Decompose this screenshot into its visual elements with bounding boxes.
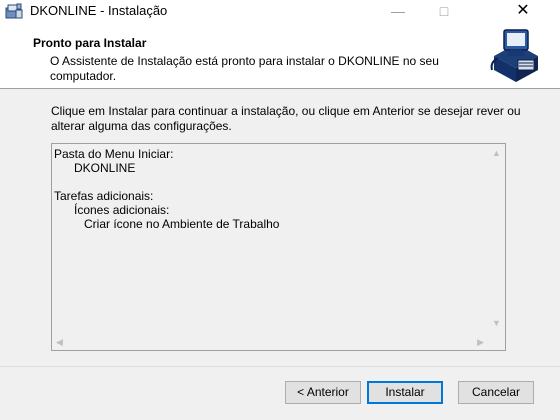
- footer-divider: [0, 366, 560, 367]
- icons-label: Ícones adicionais:: [74, 203, 170, 217]
- scroll-right-icon[interactable]: ▶: [477, 337, 484, 347]
- ready-memo[interactable]: Pasta do Menu Iniciar: DKONLINE Tarefas …: [51, 143, 506, 351]
- scroll-down-icon[interactable]: ▼: [492, 318, 501, 328]
- start-menu-label: Pasta do Menu Iniciar:: [54, 147, 174, 161]
- install-button[interactable]: Instalar: [367, 381, 443, 404]
- memo-spacer: [54, 175, 279, 189]
- close-icon: ✕: [516, 2, 530, 19]
- back-button[interactable]: < Anterior: [285, 381, 361, 404]
- start-menu-value: DKONLINE: [74, 161, 136, 175]
- title-bar[interactable]: DKONLINE - Instalação — □ ✕: [0, 0, 560, 22]
- window-title: DKONLINE - Instalação: [30, 3, 168, 18]
- horizontal-scrollbar[interactable]: ◀ ▶: [52, 333, 488, 350]
- minimize-button[interactable]: —: [375, 0, 421, 22]
- page-title: Pronto para Instalar: [33, 36, 147, 50]
- installer-icon: [5, 3, 23, 19]
- scroll-left-icon[interactable]: ◀: [56, 337, 63, 347]
- memo-content: Pasta do Menu Iniciar: DKONLINE Tarefas …: [54, 147, 279, 231]
- page-subtitle: O Assistente de Instalação está pronto p…: [50, 54, 439, 83]
- close-button[interactable]: ✕: [500, 0, 546, 22]
- instruction-text: Clique em Instalar para continuar a inst…: [51, 104, 521, 133]
- wizard-header: Pronto para Instalar O Assistente de Ins…: [0, 22, 560, 89]
- icons-value: Criar ícone no Ambiente de Trabalho: [84, 217, 280, 231]
- tasks-label: Tarefas adicionais:: [54, 189, 154, 203]
- installer-window: DKONLINE - Instalação — □ ✕ Pronto para …: [0, 0, 560, 420]
- scrollbar-corner: [488, 333, 505, 350]
- minimize-icon: —: [391, 3, 405, 19]
- maximize-icon: □: [439, 3, 449, 19]
- cancel-button[interactable]: Cancelar: [458, 381, 534, 404]
- maximize-button[interactable]: □: [421, 0, 467, 22]
- scroll-up-icon[interactable]: ▲: [492, 148, 501, 158]
- computer-box-icon: [488, 26, 544, 84]
- vertical-scrollbar[interactable]: ▲ ▼: [488, 144, 505, 332]
